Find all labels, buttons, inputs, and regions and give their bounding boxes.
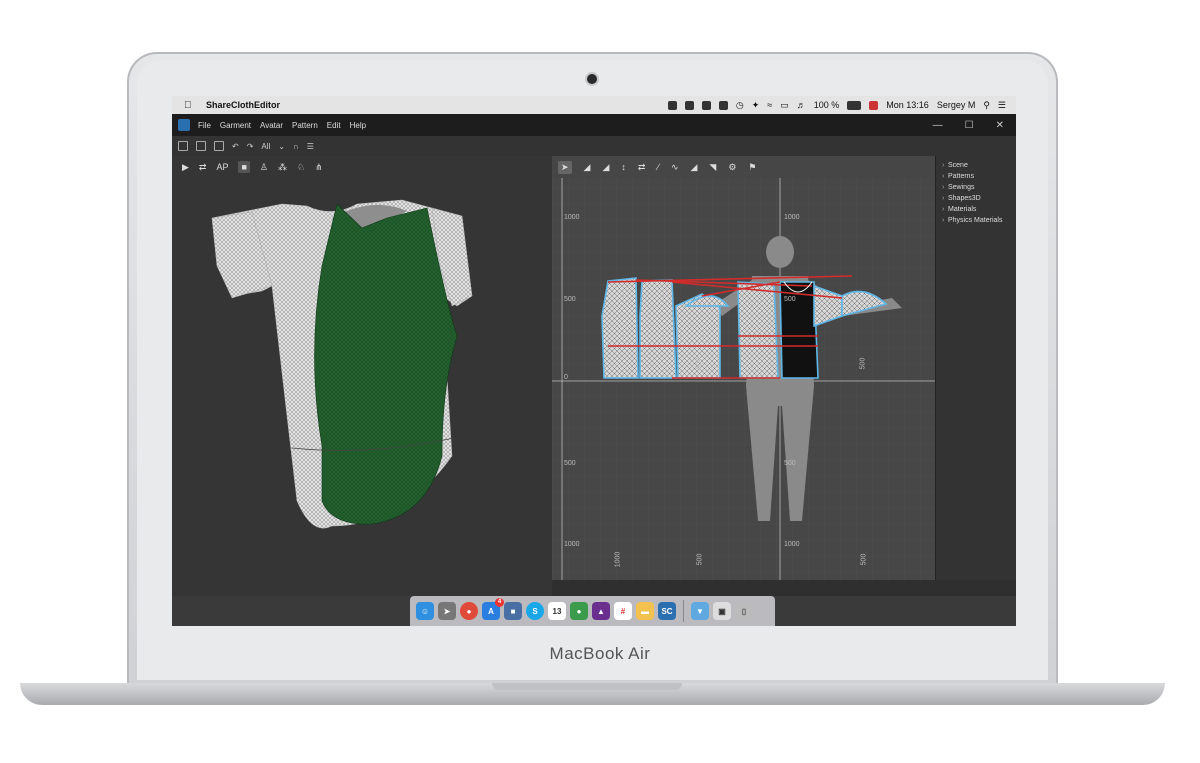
ruler-left-500-top: 500	[564, 296, 576, 303]
menu-help[interactable]: Help	[350, 121, 366, 130]
list-icon[interactable]: ☰	[307, 142, 314, 151]
clock[interactable]: Mon 13:16	[886, 100, 929, 110]
downloads-folder-icon[interactable]: ▼	[691, 602, 709, 620]
ruler-left-0: 0	[564, 374, 568, 381]
ruler-bottom-1000: 1000	[614, 551, 622, 568]
scene-tree-panel: › Scene › Patterns › Sewings › Shapes3D › Mat…	[935, 156, 1016, 580]
preview-icon[interactable]: ▣	[713, 602, 731, 620]
app-name[interactable]: ShareClothEditor	[206, 100, 280, 110]
3d-viewport[interactable]: ▶ ⇄ AP ■ ♙ ⁂ ♘ ⋔	[172, 156, 552, 596]
2d-pattern-viewport[interactable]: ➤ ◢ ◢ ↕ ⇄ ∕ ∿ ◢ ◥ ⚙ ⚑ 1000 500 0 500 100…	[552, 156, 935, 580]
dock-separator	[683, 600, 684, 622]
filter-select[interactable]: All	[261, 142, 270, 151]
airplay-icon[interactable]: ▭	[780, 100, 789, 111]
new-file-icon[interactable]	[178, 141, 188, 151]
ruler-left-1000-bottom: 1000	[564, 541, 580, 548]
menu-file[interactable]: File	[198, 121, 211, 130]
user-name[interactable]: Sergey M	[937, 100, 976, 110]
photos-icon[interactable]: ■	[504, 602, 522, 620]
calendar-icon[interactable]: 13	[548, 602, 566, 620]
volume-icon[interactable]: ♬	[797, 100, 806, 110]
notes-icon[interactable]: ▬	[636, 602, 654, 620]
screen:  ShareClothEditor ◷ ✦ ≈ ▭ ♬ 100 % Mon 1…	[172, 96, 1016, 626]
ruler-left-500-bottom: 500	[564, 460, 576, 467]
spotlight-icon[interactable]: ⚲	[983, 100, 990, 111]
ruler-bottom-500-b: 500	[860, 553, 868, 566]
notification-center-icon[interactable]: ☰	[998, 100, 1006, 111]
pattern-canvas	[552, 178, 935, 580]
trash-icon[interactable]: ▯	[735, 602, 753, 620]
ruler-left-1000-top: 1000	[564, 214, 580, 221]
launchpad-icon[interactable]: ➤	[438, 602, 456, 620]
bookmark-icon[interactable]	[718, 100, 728, 110]
ruler-right-500-bottom: 500	[784, 460, 796, 467]
3d-garment	[211, 199, 473, 529]
chevron-down-icon[interactable]: ⌄	[278, 142, 285, 151]
dropbox-icon[interactable]	[667, 100, 677, 110]
tree-item-scene[interactable]: › Scene	[936, 160, 1016, 171]
window-controls: — ☐ ✕	[933, 120, 1016, 131]
menu-avatar[interactable]: Avatar	[260, 121, 283, 130]
evernote-icon[interactable]: ●	[570, 602, 588, 620]
chrome-icon[interactable]: ●	[460, 602, 478, 620]
close-button[interactable]: ✕	[996, 120, 1004, 131]
minimize-button[interactable]: —	[933, 120, 943, 131]
mac-menubar:  ShareClothEditor ◷ ✦ ≈ ▭ ♬ 100 % Mon 1…	[172, 96, 1016, 114]
battery-percent[interactable]: 100 %	[814, 100, 840, 110]
ruler-right-500-top: 500	[784, 296, 796, 303]
maximize-button[interactable]: ☐	[965, 120, 974, 131]
camera-icon	[587, 74, 597, 84]
evernote-icon[interactable]	[701, 100, 711, 110]
apple-icon[interactable]: 	[184, 100, 196, 111]
mac-dock: ☺ ➤ ● A4 ■ S 13 ● ▲ # ▬ SC ▼ ▣ ▯	[410, 596, 775, 626]
wifi-icon[interactable]: ≈	[767, 100, 772, 110]
save-icon[interactable]	[214, 141, 224, 151]
device-brand: MacBook Air	[549, 644, 651, 663]
battery-icon[interactable]	[847, 100, 862, 110]
check-icon[interactable]	[684, 100, 694, 110]
redo-icon[interactable]: ↷	[247, 142, 254, 151]
ruler-right-1000-top: 1000	[784, 214, 800, 221]
bluetooth-icon[interactable]: ✦	[752, 100, 760, 111]
app-logo-icon	[178, 119, 190, 131]
sharecloth-icon[interactable]: SC	[658, 602, 676, 620]
app-store-icon[interactable]: A4	[482, 598, 504, 620]
tree-item-patterns[interactable]: › Patterns	[936, 171, 1016, 182]
ruler-right-1000-bottom: 1000	[784, 541, 800, 548]
menu-edit[interactable]: Edit	[327, 121, 341, 130]
menu-garment[interactable]: Garment	[220, 121, 251, 130]
affinity-icon[interactable]: ▲	[592, 602, 610, 620]
time-machine-icon[interactable]: ◷	[736, 100, 744, 111]
menubar-status: ◷ ✦ ≈ ▭ ♬ 100 % Mon 13:16 Sergey M ⚲ ☰	[667, 100, 1016, 111]
ruler-bottom-500-a: 500	[696, 553, 704, 566]
tree-item-sewings[interactable]: › Sewings	[936, 182, 1016, 193]
tree-item-materials[interactable]: › Materials	[936, 204, 1016, 215]
app-titlebar: File Garment Avatar Pattern Edit Help — …	[172, 114, 1016, 136]
skype-icon[interactable]: S	[526, 602, 544, 620]
hanger-icon[interactable]: ∩	[293, 142, 299, 151]
undo-icon[interactable]: ↶	[232, 142, 239, 151]
finder-icon[interactable]: ☺	[416, 602, 434, 620]
menu-pattern[interactable]: Pattern	[292, 121, 318, 130]
piece-ruler-label-a: 500	[695, 357, 703, 370]
status-area	[552, 580, 1016, 596]
notification-badge: 4	[495, 598, 504, 607]
main-toolbar: ↶ ↷ All ⌄ ∩ ☰	[172, 136, 1016, 156]
tree-item-physics-materials[interactable]: › Physics Materials	[936, 215, 1016, 226]
open-folder-icon[interactable]	[196, 141, 206, 151]
slack-icon[interactable]: #	[614, 602, 632, 620]
laptop-notch	[492, 683, 682, 690]
piece-ruler-label-b: 500	[859, 357, 867, 370]
flag-icon[interactable]	[869, 100, 879, 110]
tree-item-shapes3d[interactable]: › Shapes3D	[936, 193, 1016, 204]
